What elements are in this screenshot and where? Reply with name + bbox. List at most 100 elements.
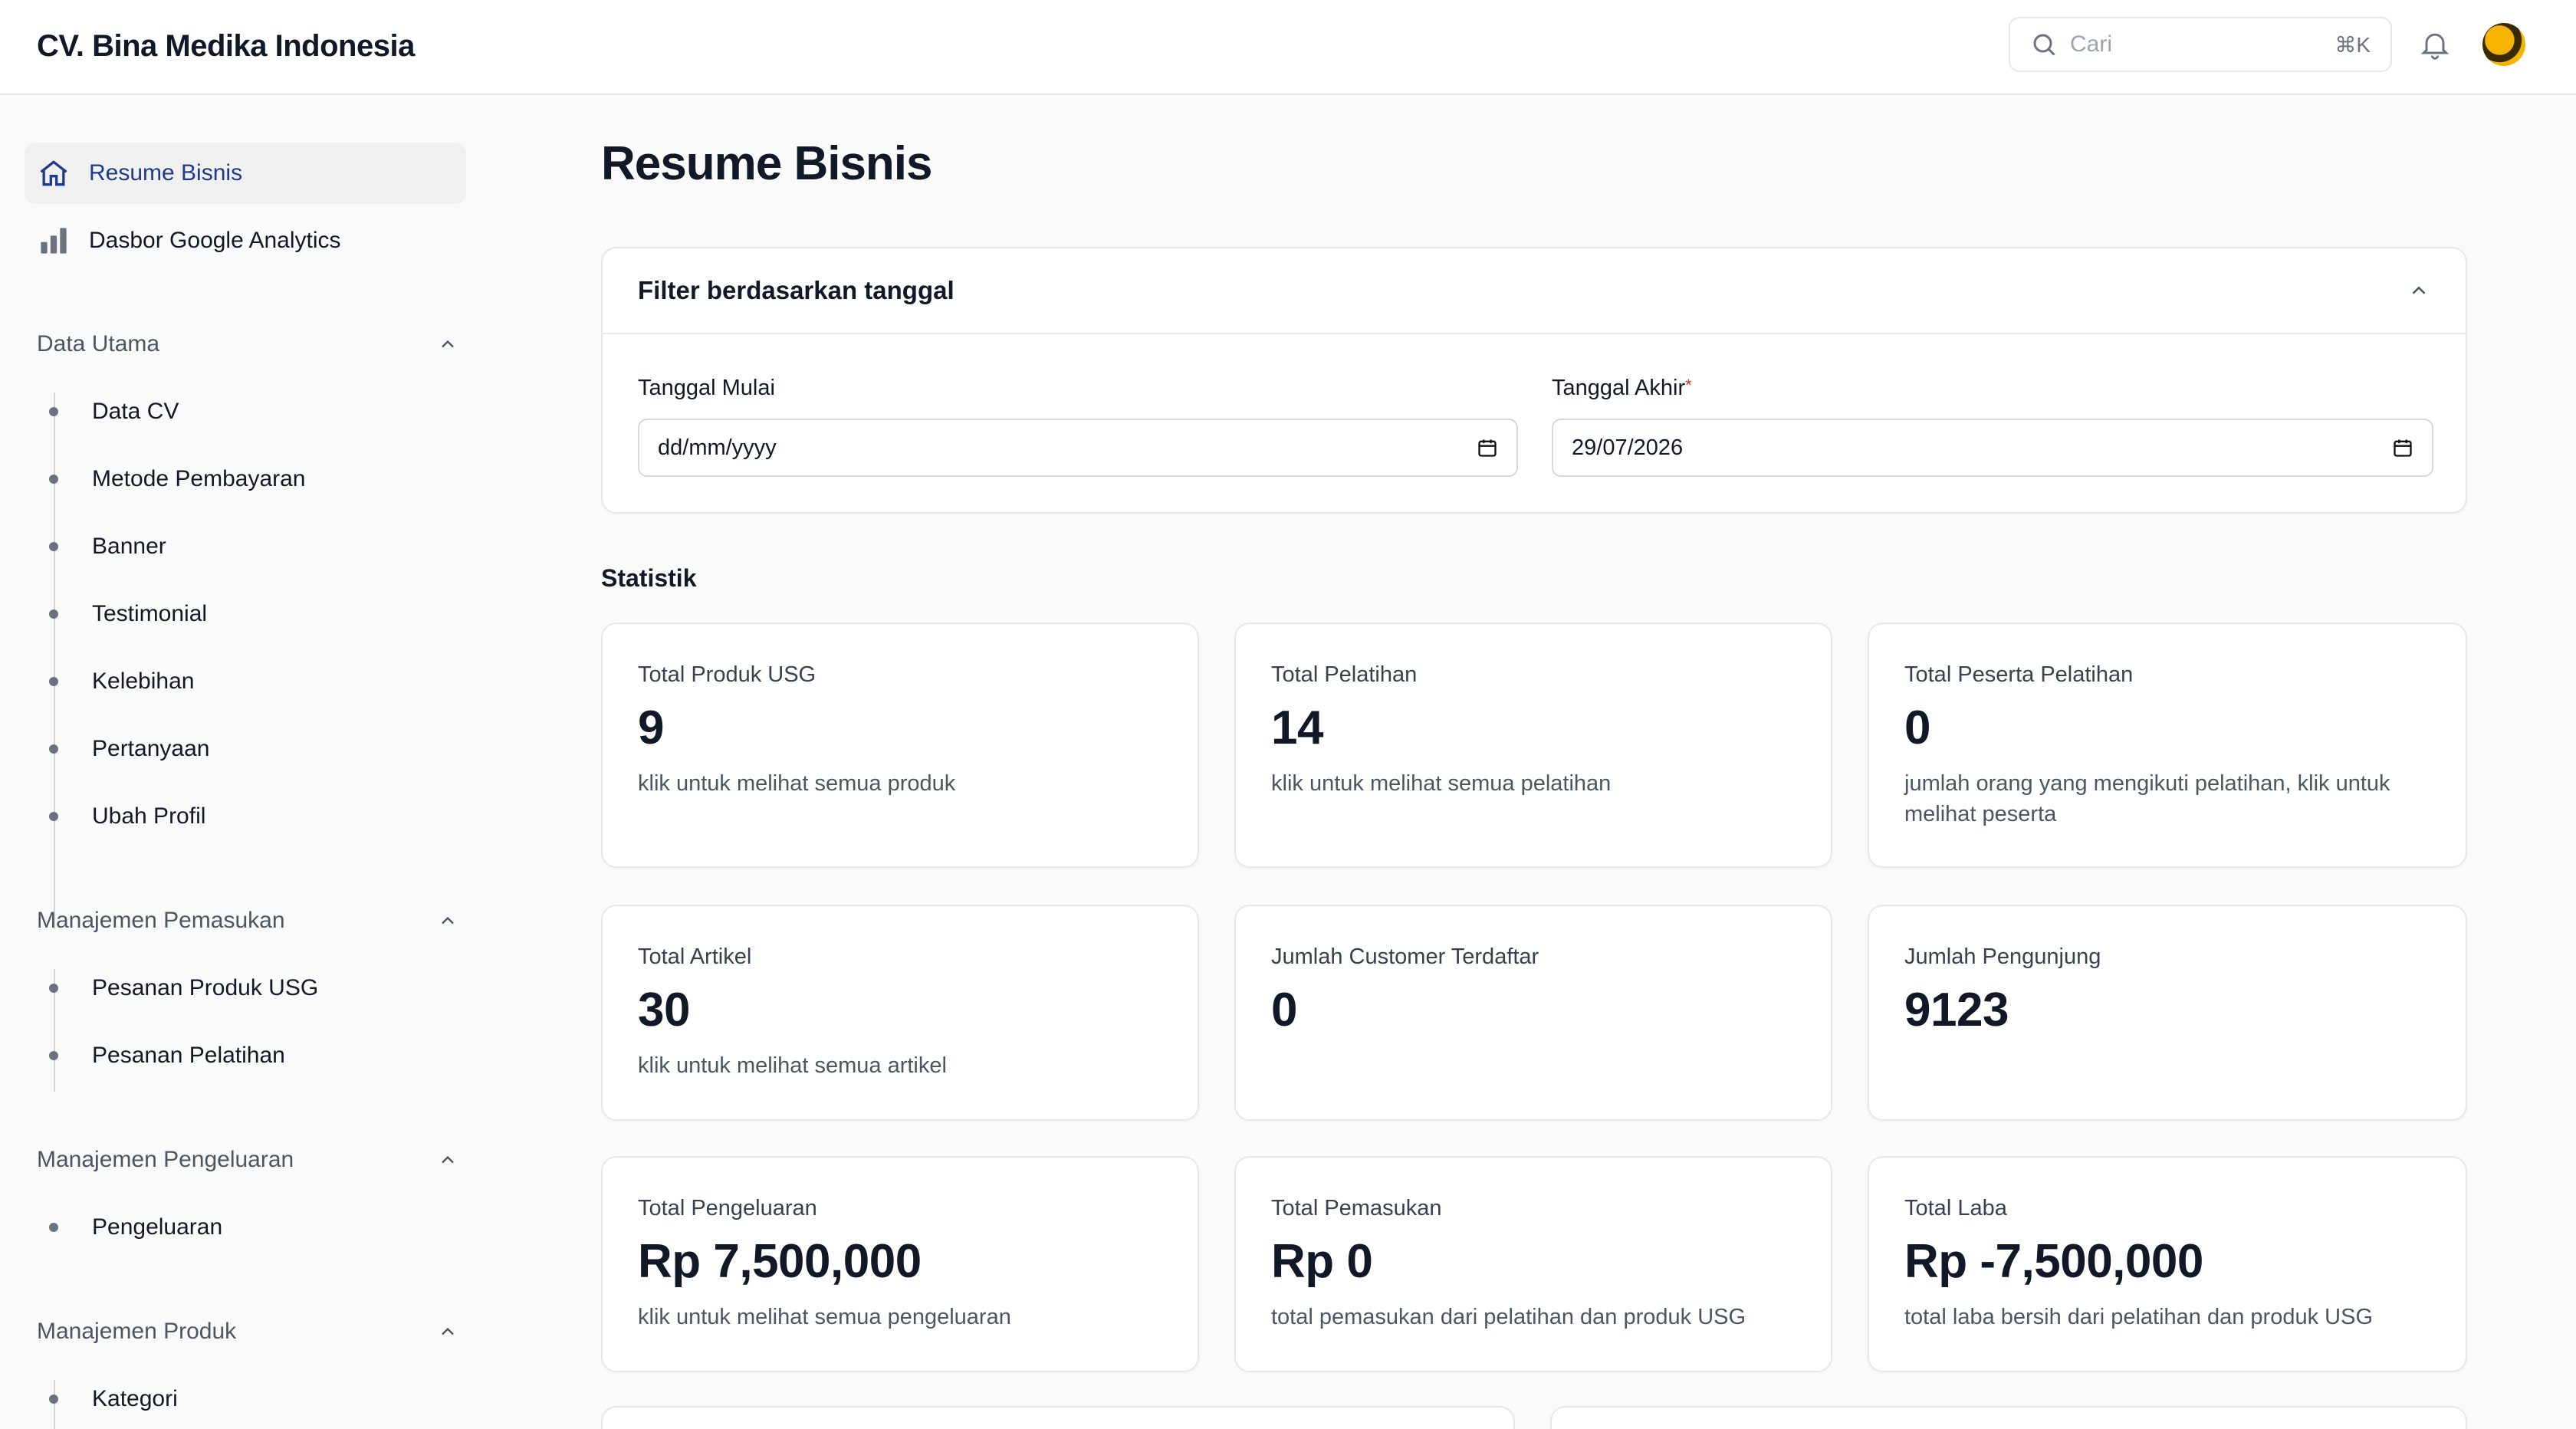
- sidebar-item-banner[interactable]: Banner: [37, 527, 166, 566]
- search-icon: [2033, 34, 2055, 56]
- sidebar-item-label: Pengeluaran: [92, 1214, 223, 1240]
- group-title: Data Utama: [37, 331, 160, 356]
- chevron-up-icon: [442, 340, 454, 348]
- stat-description: klik untuk melihat semua pelatihan: [1271, 771, 1612, 796]
- stat-label: Jumlah Pengunjung: [1904, 944, 2101, 969]
- sidebar: Resume Bisnis Dasbor Google Analytics Da…: [0, 95, 491, 1429]
- group-manajemen-produk[interactable]: Manajemen Produk: [37, 1312, 458, 1351]
- stat-label: Total Pelatihan: [1271, 662, 1418, 687]
- bullet: [49, 984, 58, 993]
- group-title: Manajemen Produk: [37, 1319, 237, 1344]
- sidebar-item-ubah-profil[interactable]: Ubah Profil: [37, 797, 205, 836]
- filter-panel: Filter berdasarkan tanggal Tanggal Mulai…: [601, 247, 2467, 514]
- stat-value: 30: [638, 984, 690, 1036]
- sidebar-item-label: Resume Bisnis: [89, 160, 243, 186]
- stat-description: jumlah orang yang mengikuti pelatihan, k…: [1904, 771, 2390, 826]
- sidebar-item-label: Kategori: [92, 1386, 178, 1411]
- sidebar-item-label: Kelebihan: [92, 669, 195, 694]
- end-date-label: Tanggal Akhir*: [1552, 376, 1692, 401]
- stat-card-total-artikel[interactable]: Total Artikel 30 klik untuk melihat semu…: [601, 905, 1199, 1121]
- sidebar-item-kelebihan[interactable]: Kelebihan: [37, 662, 194, 701]
- bullet: [49, 475, 58, 484]
- stat-value: 0: [1271, 984, 1297, 1036]
- bullet: [49, 1051, 58, 1060]
- calendar-icon[interactable]: [1477, 437, 1498, 458]
- chevron-up-icon[interactable]: [2407, 279, 2430, 302]
- stats-section-title: Statistik: [601, 564, 697, 592]
- chart-card-left: [601, 1406, 1515, 1429]
- filter-header[interactable]: Filter berdasarkan tanggal: [603, 248, 2466, 334]
- sidebar-item-dasbor-google-analytics[interactable]: Dasbor Google Analytics: [25, 210, 466, 271]
- stat-card-jumlah-customer-terdaftar[interactable]: Jumlah Customer Terdaftar 0: [1234, 905, 1832, 1121]
- bullet: [49, 542, 58, 551]
- search-input[interactable]: Cari ⌘K: [2009, 17, 2392, 72]
- bullet: [49, 407, 58, 416]
- stat-card-total-pemasukan[interactable]: Total Pemasukan Rp 0 total pemasukan dar…: [1234, 1156, 1832, 1372]
- sidebar-item-pertanyaan[interactable]: Pertanyaan: [37, 730, 209, 768]
- chevron-up-icon: [442, 1155, 454, 1164]
- sidebar-item-testimonial[interactable]: Testimonial: [37, 595, 207, 633]
- stat-card-total-laba[interactable]: Total Laba Rp -7,500,000 total laba bers…: [1868, 1156, 2467, 1372]
- sidebar-item-pengeluaran[interactable]: Pengeluaran: [37, 1208, 222, 1247]
- stat-value: Rp 7,500,000: [638, 1235, 922, 1288]
- start-date-input[interactable]: dd/mm/yyyy: [638, 419, 1518, 477]
- stat-card-total-pelatihan[interactable]: Total Pelatihan 14 klik untuk melihat se…: [1234, 623, 1832, 868]
- sidebar-item-pesanan-produk-usg[interactable]: Pesanan Produk USG: [37, 969, 318, 1007]
- calendar-icon[interactable]: [2392, 437, 2413, 458]
- bullet: [49, 609, 58, 619]
- stat-label: Total Pemasukan: [1271, 1196, 1442, 1220]
- sidebar-item-label: Banner: [92, 534, 166, 559]
- search-placeholder: Cari: [2070, 31, 2113, 57]
- home-icon: [37, 156, 71, 190]
- avatar[interactable]: [2482, 23, 2525, 66]
- sidebar-item-label: Pesanan Produk USG: [92, 975, 319, 1000]
- filter-title: Filter berdasarkan tanggal: [638, 276, 955, 304]
- chevron-up-icon: [442, 1327, 454, 1335]
- start-date-value: dd/mm/yyyy: [658, 435, 777, 460]
- bar-chart-icon: [37, 224, 71, 258]
- group-title: Manajemen Pengeluaran: [37, 1147, 294, 1172]
- stat-value: Rp 0: [1271, 1235, 1373, 1288]
- group-manajemen-pengeluaran[interactable]: Manajemen Pengeluaran: [37, 1141, 458, 1179]
- search-shortcut: ⌘K: [2334, 32, 2371, 57]
- brand-title[interactable]: CV. Bina Medika Indonesia: [37, 0, 415, 95]
- stat-description: klik untuk melihat semua produk: [638, 771, 956, 796]
- sidebar-item-data-cv[interactable]: Data CV: [37, 393, 179, 431]
- bullet: [49, 1395, 58, 1404]
- bullet: [49, 744, 58, 754]
- sidebar-item-resume-bisnis[interactable]: Resume Bisnis: [25, 143, 466, 204]
- stat-value: 14: [1271, 701, 1323, 754]
- stat-card-total-peserta-pelatihan[interactable]: Total Peserta Pelatihan 0 jumlah orang y…: [1868, 623, 2467, 868]
- sidebar-item-label: Metode Pembayaran: [92, 466, 306, 491]
- end-date-input[interactable]: 29/07/2026: [1552, 419, 2433, 477]
- stat-card-total-produk-usg[interactable]: Total Produk USG 9 klik untuk melihat se…: [601, 623, 1199, 868]
- sidebar-item-kategori[interactable]: Kategori: [37, 1380, 178, 1418]
- group-data-utama[interactable]: Data Utama: [37, 325, 458, 363]
- stat-value: 9123: [1904, 984, 2009, 1036]
- required-marker: *: [1685, 376, 1692, 395]
- group-manajemen-pemasukan[interactable]: Manajemen Pemasukan: [37, 902, 458, 940]
- sidebar-item-label: Testimonial: [92, 601, 208, 626]
- stat-value: 0: [1904, 701, 1930, 754]
- chevron-up-icon: [442, 916, 454, 925]
- stat-label: Jumlah Customer Terdaftar: [1271, 944, 1539, 969]
- sidebar-item-metode-pembayaran[interactable]: Metode Pembayaran: [37, 460, 306, 498]
- stat-description: klik untuk melihat semua pengeluaran: [638, 1305, 1011, 1329]
- sidebar-item-label: Dasbor Google Analytics: [89, 228, 341, 253]
- bell-icon[interactable]: [2418, 26, 2452, 63]
- stat-card-total-pengeluaran[interactable]: Total Pengeluaran Rp 7,500,000 klik untu…: [601, 1156, 1199, 1372]
- stat-label: Total Laba: [1904, 1196, 2007, 1220]
- stat-label: Total Produk USG: [638, 662, 816, 687]
- sidebar-item-label: Pertanyaan: [92, 736, 210, 761]
- stat-label: Total Artikel: [638, 944, 752, 969]
- stat-value: 9: [638, 701, 664, 754]
- stat-description: total pemasukan dari pelatihan dan produ…: [1271, 1305, 1746, 1329]
- group-title: Manajemen Pemasukan: [37, 908, 285, 933]
- page-title: Resume Bisnis: [601, 137, 933, 190]
- bullet: [49, 1223, 58, 1232]
- end-date-label-text: Tanggal Akhir: [1552, 376, 1686, 400]
- stat-card-jumlah-pengunjung[interactable]: Jumlah Pengunjung 9123: [1868, 905, 2467, 1121]
- end-date-value: 29/07/2026: [1572, 435, 1684, 460]
- sidebar-item-pesanan-pelatihan[interactable]: Pesanan Pelatihan: [37, 1036, 285, 1075]
- chart-card-right: [1550, 1406, 2467, 1429]
